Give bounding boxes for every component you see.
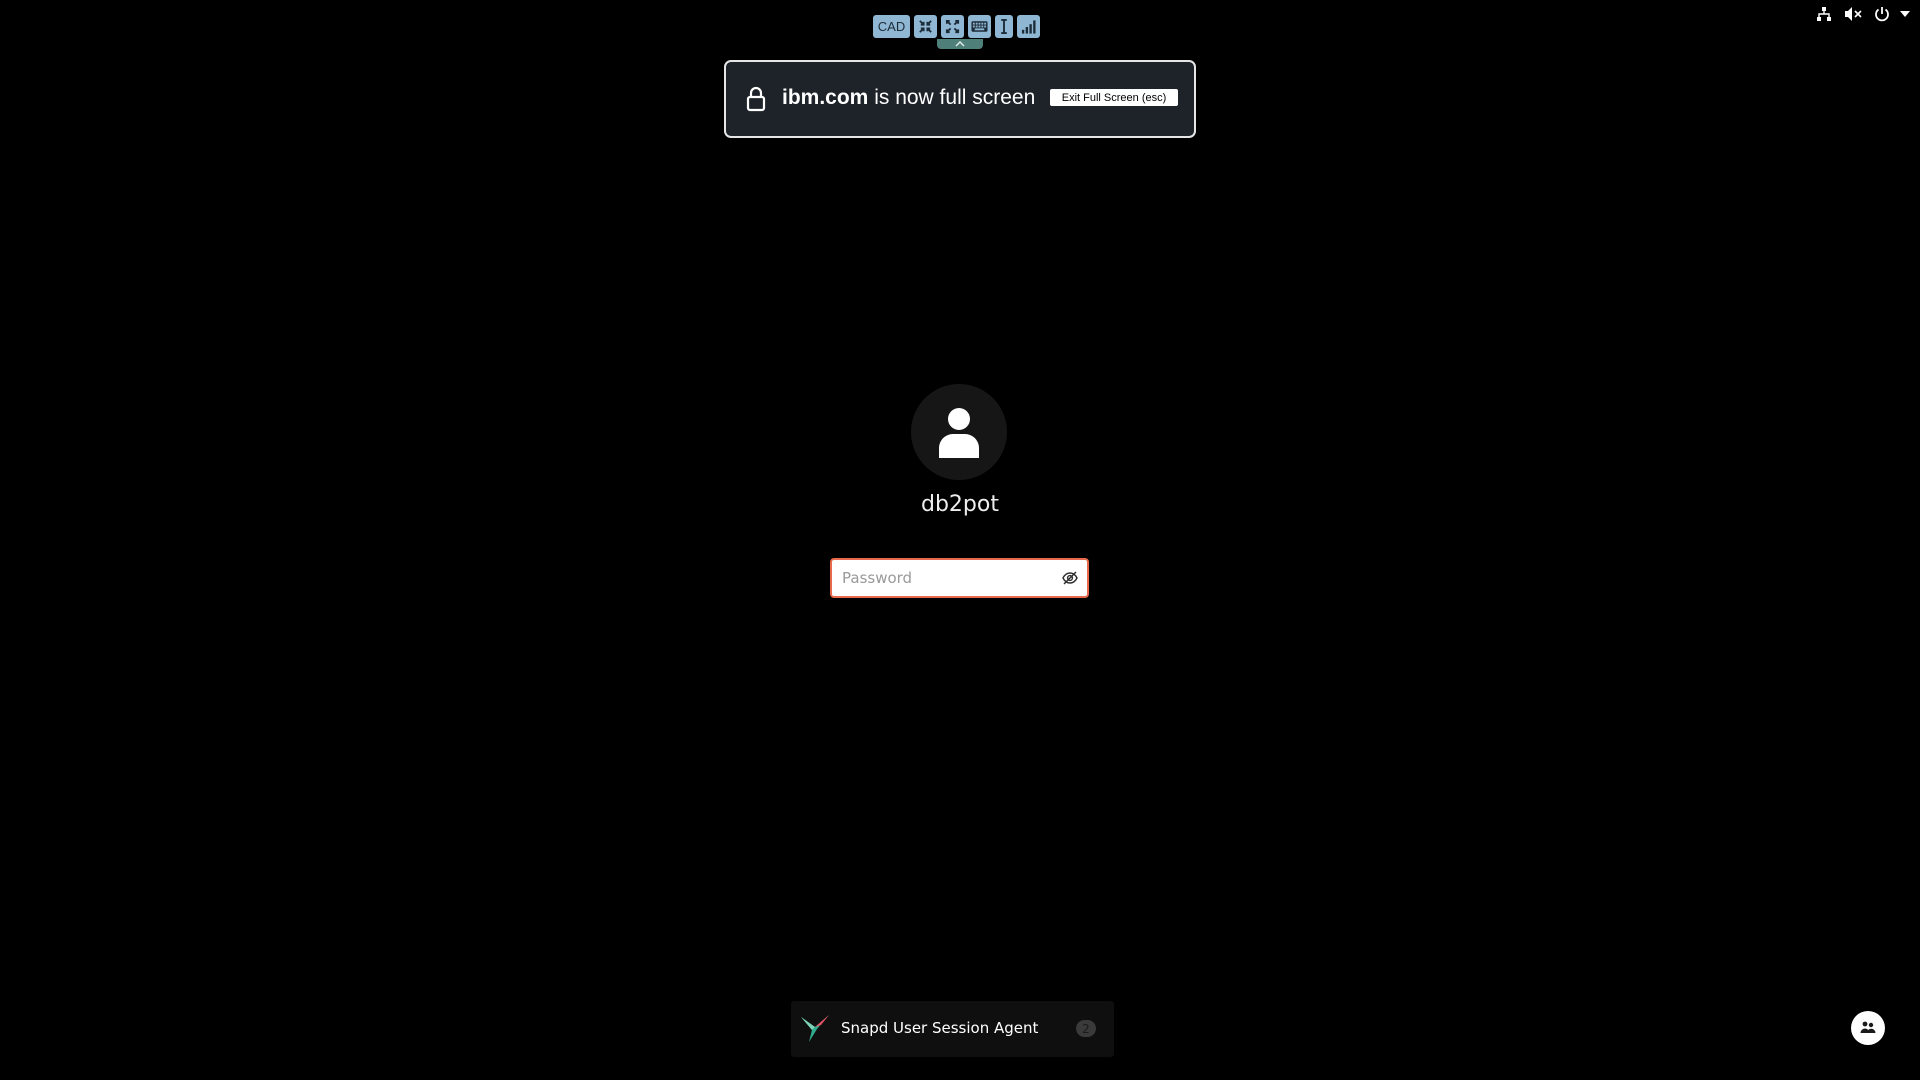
- exit-fullscreen-button[interactable]: Exit Full Screen (esc): [1050, 89, 1178, 106]
- connection-quality-button[interactable]: [1017, 15, 1040, 38]
- network-icon: [1817, 7, 1831, 21]
- fullscreen-message: ibm.com is now full screen: [782, 86, 1035, 110]
- accessibility-button[interactable]: [1851, 1011, 1885, 1045]
- user-icon: [939, 408, 979, 458]
- accessibility-icon: [1860, 1021, 1876, 1033]
- password-input[interactable]: [832, 560, 1055, 596]
- snapd-bird-icon: [801, 1015, 829, 1042]
- reveal-password-button[interactable]: [1055, 560, 1085, 596]
- compress-icon: [919, 20, 932, 33]
- toolbar-collapse-tab[interactable]: [937, 39, 983, 49]
- fullscreen-notice: ibm.com is now full screen Exit Full Scr…: [724, 60, 1196, 138]
- lock-icon: [746, 86, 766, 112]
- expand-screen-button[interactable]: [941, 15, 964, 38]
- power-icon: [1875, 7, 1889, 22]
- password-field: [830, 558, 1089, 598]
- username: db2pot: [921, 492, 999, 517]
- volume-muted-icon: [1845, 7, 1862, 21]
- vnc-toolbar: CAD: [873, 15, 1040, 38]
- expand-icon: [945, 19, 960, 34]
- keyboard-button[interactable]: [968, 15, 991, 38]
- fullscreen-message-text: is now full screen: [868, 86, 1036, 109]
- volume-status[interactable]: [1844, 6, 1862, 22]
- signal-bars-icon: [1021, 19, 1036, 34]
- compress-screen-button[interactable]: [914, 15, 937, 38]
- text-cursor-icon: [1001, 19, 1007, 34]
- lock-screen: CAD ibm.com is now full screen Exit Full…: [0, 0, 1920, 1080]
- notification-item[interactable]: Snapd User Session Agent 2: [791, 1001, 1114, 1057]
- caret-down-icon: [1900, 11, 1910, 17]
- fullscreen-domain: ibm.com: [782, 86, 869, 109]
- avatar: [911, 384, 1007, 480]
- eye-slash-icon: [1062, 571, 1078, 585]
- cad-button[interactable]: CAD: [873, 15, 910, 38]
- notification-title: Snapd User Session Agent: [841, 1019, 1039, 1037]
- network-status[interactable]: [1816, 6, 1832, 22]
- chevron-up-icon: [955, 41, 965, 47]
- notification-count-badge: 2: [1076, 1020, 1096, 1037]
- keyboard-icon: [971, 21, 988, 32]
- text-cursor-button[interactable]: [995, 15, 1013, 38]
- system-tray: [1816, 3, 1910, 25]
- power-menu[interactable]: [1874, 6, 1910, 22]
